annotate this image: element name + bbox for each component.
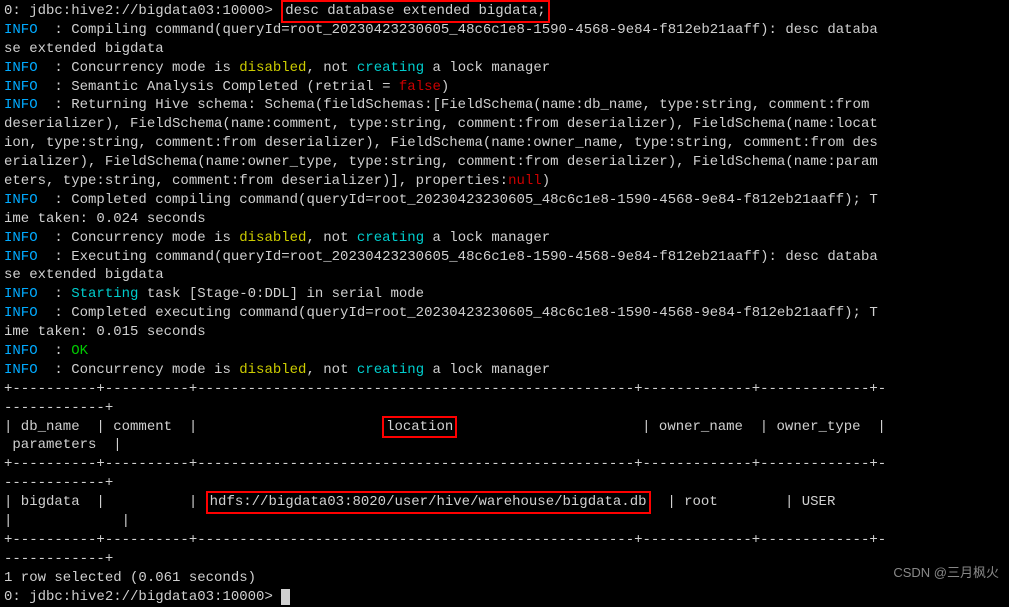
log-line: ion, type:string, comment:from deseriali…	[4, 134, 1005, 153]
log-line: INFO : Completed compiling command(query…	[4, 191, 1005, 210]
log-line: deserializer), FieldSchema(name:comment,…	[4, 115, 1005, 134]
log-line: se extended bigdata	[4, 266, 1005, 285]
log-line: se extended bigdata	[4, 40, 1005, 59]
prompt-line: 0: jdbc:hive2://bigdata03:10000> desc da…	[4, 2, 1005, 21]
log-line: INFO : OK	[4, 342, 1005, 361]
log-line: INFO : Concurrency mode is disabled, not…	[4, 229, 1005, 248]
log-line: INFO : Concurrency mode is disabled, not…	[4, 361, 1005, 380]
log-line: INFO : Starting task [Stage-0:DDL] in se…	[4, 285, 1005, 304]
log-line: INFO : Concurrency mode is disabled, not…	[4, 59, 1005, 78]
log-line: erializer), FieldSchema(name:owner_type,…	[4, 153, 1005, 172]
log-line: INFO : Returning Hive schema: Schema(fie…	[4, 96, 1005, 115]
command-text: desc database extended bigdata;	[285, 3, 545, 19]
log-line: INFO : Semantic Analysis Completed (retr…	[4, 78, 1005, 97]
table-data-row: | bigdata | | hdfs://bigdata03:8020/user…	[4, 493, 1005, 512]
log-line: ime taken: 0.015 seconds	[4, 323, 1005, 342]
table-separator: ------------+	[4, 550, 1005, 569]
location-value-highlight: hdfs://bigdata03:8020/user/hive/warehous…	[206, 491, 651, 514]
watermark: CSDN @三月枫火	[893, 564, 999, 582]
table-separator: +----------+----------+-----------------…	[4, 380, 1005, 399]
table-separator: +----------+----------+-----------------…	[4, 455, 1005, 474]
log-line: INFO : Executing command(queryId=root_20…	[4, 248, 1005, 267]
prompt-prefix: 0: jdbc:hive2://bigdata03:10000>	[4, 3, 281, 19]
table-header-row: | db_name | comment | location | owner_n…	[4, 418, 1005, 437]
log-line: eters, type:string, comment:from deseria…	[4, 172, 1005, 191]
log-line: ime taken: 0.024 seconds	[4, 210, 1005, 229]
log-line: INFO : Completed executing command(query…	[4, 304, 1005, 323]
prompt-line-end[interactable]: 0: jdbc:hive2://bigdata03:10000>	[4, 588, 1005, 607]
log-output: INFO : Compiling command(queryId=root_20…	[4, 21, 1005, 380]
result-summary: 1 row selected (0.061 seconds)	[4, 569, 1005, 588]
table-header-row-cont: parameters |	[4, 436, 1005, 455]
cursor	[281, 589, 290, 605]
table-data-row-cont: | |	[4, 512, 1005, 531]
log-line: INFO : Compiling command(queryId=root_20…	[4, 21, 1005, 40]
location-header-highlight: location	[382, 416, 457, 439]
table-separator: +----------+----------+-----------------…	[4, 531, 1005, 550]
table-separator: ------------+	[4, 399, 1005, 418]
command-highlight: desc database extended bigdata;	[281, 0, 549, 23]
